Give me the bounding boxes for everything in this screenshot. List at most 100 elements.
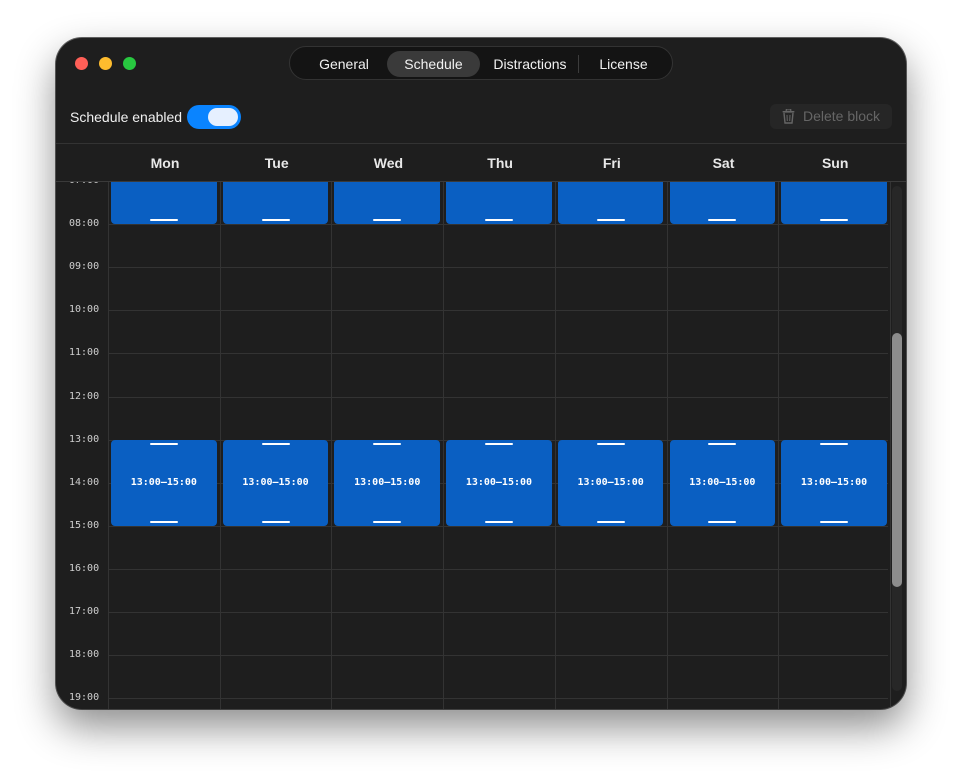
resize-handle-top[interactable] — [261, 442, 290, 445]
time-label: 12:00 — [69, 390, 100, 402]
hour-line — [108, 568, 888, 570]
resize-handle-bottom[interactable] — [708, 520, 737, 523]
column-divider — [889, 182, 891, 709]
time-label: 08:00 — [69, 218, 100, 230]
resize-handle-bottom[interactable] — [149, 219, 178, 222]
column-divider — [219, 182, 221, 709]
trash-icon — [782, 109, 795, 124]
day-header-wed: Wed — [373, 155, 404, 171]
resize-handle-bottom[interactable] — [149, 520, 178, 523]
resize-handle-bottom[interactable] — [261, 520, 290, 523]
schedule-block-tue[interactable]: 13:00–15:00 — [222, 439, 329, 526]
scrollbar-thumb[interactable] — [892, 333, 902, 587]
hour-line — [108, 698, 888, 700]
column-divider — [666, 182, 668, 709]
schedule-block-fri[interactable] — [557, 182, 664, 225]
tab-general[interactable]: General — [300, 51, 388, 77]
block-time-label: 13:00–15:00 — [354, 476, 421, 488]
day-header-thu: Thu — [487, 155, 513, 171]
resize-handle-top[interactable] — [708, 442, 737, 445]
schedule-grid[interactable]: 07:00 08:00 09:00 10:00 11:00 12:00 13:00 14:00… — [56, 182, 906, 709]
resize-handle-top[interactable] — [149, 442, 178, 445]
resize-handle-bottom[interactable] — [261, 219, 290, 222]
resize-handle-bottom[interactable] — [484, 520, 513, 523]
resize-handle-bottom[interactable] — [820, 219, 849, 222]
resize-handle-top[interactable] — [596, 442, 625, 445]
toolbar-divider — [56, 143, 906, 144]
hour-line — [108, 267, 888, 269]
tab-separator — [578, 55, 579, 73]
schedule-block-sun[interactable]: 13:00–15:00 — [781, 439, 887, 526]
schedule-block-mon[interactable] — [111, 182, 217, 225]
schedule-block-wed[interactable] — [334, 182, 441, 225]
hour-line — [108, 525, 888, 527]
hour-line — [108, 655, 888, 657]
day-header-tue: Tue — [264, 155, 289, 171]
time-label: 16:00 — [69, 562, 100, 574]
schedule-block-mon[interactable]: 13:00–15:00 — [111, 439, 217, 526]
hour-line — [108, 612, 888, 613]
hour-line — [108, 310, 888, 312]
resize-handle-top[interactable] — [373, 442, 402, 445]
schedule-enabled-label: Schedule enabled — [70, 109, 183, 125]
tab-bar: General Schedule Distractions License — [289, 46, 673, 80]
time-label: 19:00 — [69, 692, 100, 704]
resize-handle-bottom[interactable] — [373, 219, 402, 222]
time-label: 17:00 — [69, 606, 100, 617]
day-header-mon: Mon — [150, 155, 180, 171]
resize-handle-bottom[interactable] — [596, 520, 625, 523]
day-header-sat: Sat — [712, 155, 735, 171]
day-header-fri: Fri — [602, 155, 621, 171]
schedule-enabled-toggle[interactable] — [187, 105, 241, 129]
block-time-label: 13:00–15:00 — [242, 476, 309, 488]
delete-block-label: Delete block — [802, 108, 881, 124]
block-time-label: 13:00–15:00 — [130, 476, 197, 488]
schedule-block-thu[interactable]: 13:00–15:00 — [446, 439, 552, 526]
resize-handle-top[interactable] — [820, 442, 849, 445]
block-time-label: 13:00–15:00 — [689, 476, 756, 488]
resize-handle-bottom[interactable] — [596, 219, 625, 222]
schedule-block-sat[interactable] — [669, 182, 776, 225]
block-time-label: 13:00–15:00 — [465, 476, 533, 488]
traffic-lights — [75, 57, 136, 70]
resize-handle-bottom[interactable] — [484, 219, 513, 222]
toggle-knob — [208, 108, 238, 126]
time-label: 11:00 — [69, 347, 100, 359]
column-divider — [554, 182, 556, 709]
tab-distractions[interactable]: Distractions — [486, 51, 574, 77]
hour-line — [108, 353, 888, 355]
hour-line — [108, 396, 888, 398]
block-time-label: 13:00–15:00 — [800, 476, 868, 488]
column-divider — [443, 182, 445, 709]
resize-handle-bottom[interactable] — [373, 520, 402, 523]
schedule-block-sun[interactable] — [781, 182, 887, 225]
time-label: 14:00 — [69, 476, 100, 488]
block-time-label: 13:00–15:00 — [577, 476, 644, 488]
close-window-button[interactable] — [75, 57, 88, 70]
column-divider — [778, 182, 780, 709]
time-label: 18:00 — [69, 649, 100, 661]
resize-handle-bottom[interactable] — [820, 520, 849, 523]
column-divider — [331, 182, 333, 709]
minimize-window-button[interactable] — [99, 57, 112, 70]
tab-license[interactable]: License — [582, 51, 665, 77]
schedule-block-wed[interactable]: 13:00–15:00 — [334, 439, 441, 526]
delete-block-button[interactable]: Delete block — [770, 104, 892, 129]
day-header-sun: Sun — [821, 155, 849, 171]
schedule-block-fri[interactable]: 13:00–15:00 — [557, 439, 664, 526]
time-label: 13:00 — [69, 433, 100, 445]
resize-handle-top[interactable] — [484, 442, 513, 445]
schedule-block-sat[interactable]: 13:00–15:00 — [669, 439, 776, 526]
resize-handle-bottom[interactable] — [708, 219, 737, 222]
time-label: 07:00 — [69, 182, 99, 186]
schedule-block-thu[interactable] — [446, 182, 552, 225]
time-label: 10:00 — [69, 304, 100, 316]
hour-line — [108, 224, 888, 226]
tab-schedule[interactable]: Schedule — [387, 51, 480, 77]
time-label: 09:00 — [69, 261, 100, 273]
settings-window: General Schedule Distractions License Sc… — [56, 38, 906, 709]
time-label: 15:00 — [69, 519, 100, 531]
zoom-window-button[interactable] — [123, 57, 136, 70]
schedule-block-tue[interactable] — [222, 182, 329, 225]
column-divider — [108, 182, 109, 709]
